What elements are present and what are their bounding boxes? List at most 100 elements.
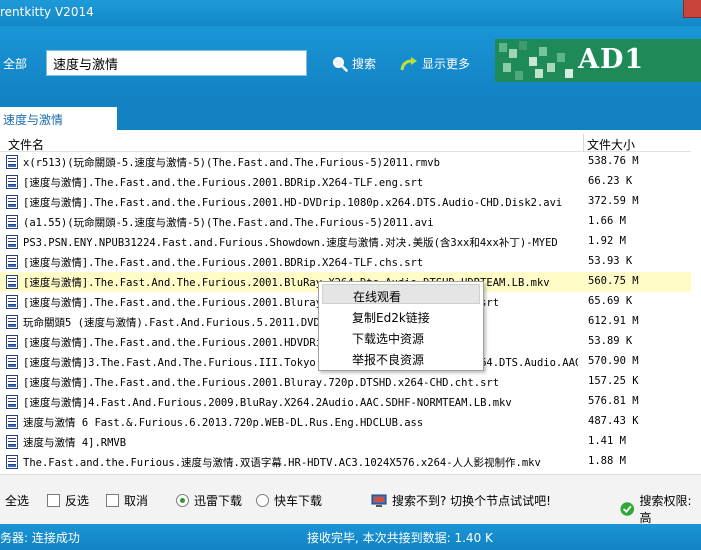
menu-item-copy-ed2k[interactable]: 复制Ed2k链接 [322, 306, 480, 326]
file-icon [6, 195, 18, 209]
window-title: rentkitty V2014 [0, 5, 94, 19]
file-icon [6, 315, 18, 329]
file-size: 65.69 K [588, 295, 633, 307]
table-row[interactable]: [速度与激情].The.Fast.and.the.Furious.2001.BD… [0, 172, 701, 192]
file-icon [6, 435, 18, 449]
show-more-button[interactable]: 显示更多 [400, 55, 470, 72]
file-icon [6, 275, 18, 289]
file-icon [6, 215, 18, 229]
file-name: (a1.55)(玩命關頭-5.速度与激情-5)(The.Fast.and.The… [23, 217, 434, 229]
ad-banner[interactable]: AD1 [495, 39, 701, 82]
search-header: 全部 搜索 显示更多 AD1 [0, 26, 701, 100]
file-icon [6, 235, 18, 249]
cancel-selection-checkbox[interactable]: 取消 [106, 492, 148, 509]
not-found-label: 搜索不到? 切换个节点试试吧! [392, 494, 551, 508]
permission-label: 搜索权限: 高 [639, 494, 692, 525]
status-bar: 务器: 连接成功 接收完毕, 本次共接到数据: 1.40 K [0, 524, 701, 550]
invert-label: 反选 [65, 494, 90, 508]
file-size: 53.89 K [588, 335, 633, 347]
file-size: 157.25 K [588, 375, 639, 387]
file-icon [6, 455, 18, 469]
column-divider[interactable] [583, 134, 584, 152]
file-icon [6, 295, 18, 309]
receive-status: 接收完毕, 本次共接到数据: 1.40 K [307, 531, 493, 545]
table-header: 文件名 文件大小 [0, 134, 701, 152]
cancel-label: 取消 [124, 494, 149, 508]
select-all-label: 全选 [5, 494, 30, 508]
checkbox-box [47, 494, 60, 507]
file-icon [6, 355, 18, 369]
file-icon [6, 415, 18, 429]
menu-item-report[interactable]: 举报不良资源 [322, 348, 480, 368]
file-name: [速度与激情].The.Fast.and.the.Furious.2001.BD… [23, 257, 424, 269]
radio-unselected [256, 494, 269, 507]
search-button[interactable]: 搜索 [332, 55, 376, 72]
table-row[interactable]: [速度与激情].The.Fast.and.the.Furious.2001.Bl… [0, 372, 701, 392]
file-name: The.Fast.and.the.Furious.速度与激情.双语字幕.HR-H… [23, 457, 541, 469]
check-circle-icon [620, 502, 635, 516]
xunlei-download-radio[interactable]: 迅雷下载 [176, 492, 242, 509]
close-button[interactable] [683, 0, 701, 18]
file-size: 576.81 M [588, 395, 639, 407]
table-row[interactable]: (a1.55)(玩命關頭-5.速度与激情-5)(The.Fast.and.The… [0, 212, 701, 232]
file-name: 速度与激情 4].RMVB [23, 437, 127, 449]
file-icon [6, 155, 18, 169]
table-row[interactable]: 速度与激情 6 Fast.&.Furious.6.2013.720p.WEB-D… [0, 412, 701, 432]
table-row[interactable]: x(r513)(玩命關頭-5.速度与激情-5)(The.Fast.and.The… [0, 152, 701, 172]
column-header-filename[interactable]: 文件名 [8, 136, 44, 153]
category-all-label[interactable]: 全部 [3, 55, 27, 72]
table-row[interactable]: [速度与激情].The.Fast.and.the.Furious.2001.BD… [0, 252, 701, 272]
checkbox-box [106, 494, 119, 507]
menu-item-download-selected[interactable]: 下载选中资源 [322, 327, 480, 347]
search-icon [333, 56, 348, 72]
table-row[interactable]: The.Fast.and.the.Furious.速度与激情.双语字幕.HR-H… [0, 452, 701, 472]
table-row[interactable]: 速度与激情 4].RMVB 1.41 M [0, 432, 701, 452]
tab-search-result[interactable]: 速度与激情 [0, 107, 117, 130]
file-size: 372.59 M [588, 195, 639, 207]
select-all-checkbox[interactable]: 全选 [5, 492, 29, 509]
file-size: 66.23 K [588, 175, 633, 187]
file-name: [速度与激情].The.Fast.and.the.Furious.2001.BD… [23, 177, 424, 189]
table-row[interactable]: [速度与激情].The.Fast.and.the.Furious.2001.HD… [0, 192, 701, 212]
switch-node-link[interactable]: 搜索不到? 切换个节点试试吧! [371, 492, 551, 509]
file-icon [6, 335, 18, 349]
invert-selection-checkbox[interactable]: 反选 [47, 492, 89, 509]
curved-arrow-icon [400, 56, 417, 70]
file-name: 玩命關頭5 (速度与激情).Fast.And.Furious.5.2011.DV… [23, 317, 421, 329]
tab-strip: 速度与激情 [0, 100, 701, 130]
search-input[interactable] [46, 50, 307, 76]
column-header-filesize[interactable]: 文件大小 [587, 136, 635, 153]
file-size: 1.88 M [588, 455, 626, 467]
file-size: 1.66 M [588, 215, 626, 227]
menu-item-watch-online[interactable]: 在线观看 [322, 284, 480, 304]
table-row[interactable]: [速度与激情]4.Fast.And.Furious.2009.BluRay.X2… [0, 392, 701, 412]
show-more-label: 显示更多 [422, 57, 471, 71]
vertical-scrollbar[interactable] [691, 130, 701, 474]
kuaiche-label: 快车下载 [274, 494, 323, 508]
file-size: 538.76 M [588, 155, 639, 167]
file-size: 1.92 M [588, 235, 626, 247]
file-icon [6, 175, 18, 189]
file-name: [速度与激情]4.Fast.And.Furious.2009.BluRay.X2… [23, 397, 512, 409]
search-permission-status: 搜索权限: 高 [620, 492, 701, 526]
context-menu: 在线观看 复制Ed2k链接 下载选中资源 举报不良资源 [318, 281, 484, 371]
file-name: PS3.PSN.ENY.NPUB31224.Fast.and.Furious.S… [23, 237, 558, 249]
xunlei-label: 迅雷下载 [194, 494, 243, 508]
file-name: [速度与激情].The.Fast.and.the.Furious.2001.Bl… [23, 297, 500, 309]
file-icon [6, 375, 18, 389]
file-icon [6, 395, 18, 409]
option-bar: 全选 反选 取消 迅雷下载 快车下载 搜索不到? 切换个节点试试吧! 搜索权限:… [0, 474, 701, 526]
file-name: 速度与激情 6 Fast.&.Furious.6.2013.720p.WEB-D… [23, 417, 424, 429]
file-size: 612.91 M [588, 315, 639, 327]
file-size: 487.43 K [588, 415, 639, 427]
kuaiche-download-radio[interactable]: 快车下载 [256, 492, 322, 509]
file-icon [6, 255, 18, 269]
file-size: 570.90 M [588, 355, 639, 367]
title-bar: rentkitty V2014 [0, 0, 701, 26]
file-size: 560.75 M [588, 275, 639, 287]
radio-selected [176, 494, 189, 507]
table-row[interactable]: PS3.PSN.ENY.NPUB31224.Fast.and.Furious.S… [0, 232, 701, 252]
file-name: [速度与激情]3.The.Fast.And.The.Furious.III.To… [23, 357, 578, 369]
monitor-icon [371, 494, 387, 507]
ad-text: AD1 [578, 44, 645, 75]
